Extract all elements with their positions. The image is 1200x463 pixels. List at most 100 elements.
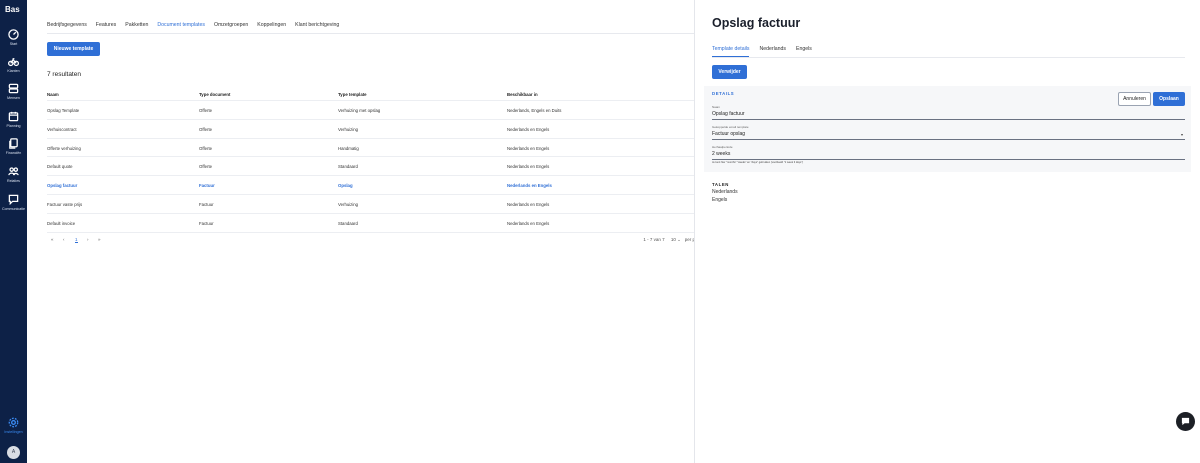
sidebar-item-label: Planning xyxy=(6,124,21,128)
avatar[interactable]: A xyxy=(7,446,20,459)
per-page-value: 10 xyxy=(670,237,676,242)
name-field[interactable]: Naam Opslag factuur xyxy=(712,105,1185,120)
cell-type-document: Factuur xyxy=(199,220,214,226)
cell-beschikbaar-in: Nederlands en Engels xyxy=(507,145,550,151)
gear-icon xyxy=(8,417,19,428)
sidebar-item-relaties[interactable]: Relaties xyxy=(0,166,27,190)
chat-launcher-button[interactable] xyxy=(1176,412,1195,431)
table-row[interactable]: Default invoice Factuur Standaard Nederl… xyxy=(47,214,706,233)
bicycle-icon xyxy=(8,58,19,67)
previous-page-button[interactable]: ‹ xyxy=(63,237,65,242)
chevron-down-icon: ⌄ xyxy=(677,237,681,242)
sidebar: Bas Start Klanten Mensen Planning Financ… xyxy=(0,0,27,463)
cell-beschikbaar-in: Nederlands en Engels xyxy=(507,201,550,207)
cell-naam: Offerte verhuizing xyxy=(47,145,81,151)
chat-icon xyxy=(1181,417,1190,426)
caret-down-icon: ▾ xyxy=(1180,132,1183,137)
results-count: 7 resultaten xyxy=(47,71,81,78)
table-row[interactable]: Factuur vaste prijs Factuur Verhuizing N… xyxy=(47,195,706,214)
table-row[interactable]: Default quote Offerte Standaard Nederlan… xyxy=(47,157,706,177)
cancel-button[interactable]: Annuleren xyxy=(1118,92,1151,106)
sidebar-item-communicatie[interactable]: Communicatie xyxy=(0,194,27,218)
repeat-period-value[interactable]: 2 weeks xyxy=(712,151,1185,159)
cell-type-template: Handmatig xyxy=(338,145,359,151)
language-item: Engels xyxy=(712,197,728,203)
sidebar-item-label: Start xyxy=(9,42,18,46)
cell-type-template: Verhuizing xyxy=(338,201,359,207)
first-page-button[interactable]: « xyxy=(51,237,54,242)
cell-beschikbaar-in: Nederlands en Engels xyxy=(507,183,552,189)
cell-naam: Verhuiscontract xyxy=(47,126,77,132)
tab-nederlands[interactable]: Nederlands xyxy=(759,46,786,57)
sidebar-item-label: Mensen xyxy=(7,96,20,100)
table-row[interactable]: Offerte verhuizing Offerte Handmatig Ned… xyxy=(47,139,706,158)
people-icon xyxy=(8,83,19,94)
app: Bas Start Klanten Mensen Planning Financ… xyxy=(0,0,1200,463)
column-header-naam[interactable]: Naam xyxy=(47,92,59,97)
new-template-button[interactable]: Nieuwe template xyxy=(47,42,100,56)
table-row[interactable]: Verhuiscontract Offerte Verhuizing Neder… xyxy=(47,120,706,139)
sidebar-item-label: Klanten xyxy=(7,69,20,73)
sidebar-item-planning[interactable]: Planning xyxy=(0,111,27,135)
name-field-label: Naam xyxy=(712,105,721,109)
email-template-value[interactable]: Factuur opslag xyxy=(712,131,1185,139)
table-header: Naam Type document Type template Beschik… xyxy=(47,88,706,101)
language-item: Nederlands xyxy=(712,189,738,195)
cell-naam: Factuur vaste prijs xyxy=(47,201,83,207)
cell-beschikbaar-in: Nederlands en Engels xyxy=(507,126,550,132)
cell-beschikbaar-in: Nederlands en Engels xyxy=(507,164,550,170)
name-field-value[interactable]: Opslag factuur xyxy=(712,111,1185,119)
calendar-icon xyxy=(8,111,19,122)
sidebar-item-label: Communicatie xyxy=(2,207,25,211)
cell-type-template: Verhuizing xyxy=(338,126,359,132)
save-button[interactable]: Opslaan xyxy=(1153,92,1185,106)
column-header-type-template[interactable]: Type template xyxy=(338,92,367,97)
page-number-current[interactable]: 1 xyxy=(75,237,78,243)
cell-naam: Opslag factuur xyxy=(47,183,78,189)
last-page-button[interactable]: » xyxy=(98,237,101,242)
repeat-period-field[interactable]: Herhaalperiode 2 weeks xyxy=(712,145,1185,160)
sidebar-item-instellingen[interactable]: Instellingen xyxy=(0,417,27,441)
details-section: DETAILS Annuleren Opslaan Naam Opslag fa… xyxy=(704,86,1191,172)
sidebar-item-financien[interactable]: Financiën xyxy=(0,138,27,162)
sidebar-item-mensen[interactable]: Mensen xyxy=(0,83,27,107)
table-row[interactable]: Opslag Template Offerte Verhuizing met o… xyxy=(47,101,706,120)
cell-naam: Opslag Template xyxy=(47,108,80,113)
sidebar-item-label: Financiën xyxy=(5,151,22,155)
page-range: 1 - 7 van 7 xyxy=(643,237,665,242)
template-detail-panel: Opslag factuur Template details Nederlan… xyxy=(695,0,1200,463)
cell-type-template: Opslag xyxy=(338,183,353,189)
tab-engels[interactable]: Engels xyxy=(796,46,812,57)
cell-type-template: Standaard xyxy=(338,220,358,226)
cell-naam: Default quote xyxy=(47,164,73,170)
cell-naam: Default invoice xyxy=(47,220,76,226)
cell-type-template: Verhuizing met opslag xyxy=(338,108,381,113)
cell-type-document: Offerte xyxy=(199,126,213,132)
tab-template-details[interactable]: Template details xyxy=(712,46,750,57)
cell-type-template: Standaard xyxy=(338,164,358,170)
email-template-label: Gekoppelde email template xyxy=(712,125,749,129)
documents-icon xyxy=(9,138,18,149)
column-header-type-document[interactable]: Type document xyxy=(199,92,230,97)
tabs-divider xyxy=(47,33,706,34)
email-template-select[interactable]: Gekoppelde email template Factuur opslag… xyxy=(712,125,1185,140)
per-page-select[interactable]: 10 ⌄ xyxy=(671,237,681,242)
delete-button[interactable]: Verwijder xyxy=(712,65,747,79)
table-row-selected[interactable]: Opslag factuur Factuur Opslag Nederlands… xyxy=(47,176,706,195)
main-content: Bedrijfsgegevens Features Pakketten Docu… xyxy=(27,0,706,463)
column-header-beschikbaar-in[interactable]: Beschikbaar in xyxy=(507,92,538,97)
pagination: « ‹ 1 › » 1 - 7 van 7 10 ⌄ per pagina xyxy=(47,236,706,246)
sidebar-item-klanten[interactable]: Klanten xyxy=(0,56,27,80)
cell-type-document: Factuur xyxy=(199,183,215,189)
next-page-button[interactable]: › xyxy=(87,237,89,242)
panel-tabs-divider xyxy=(712,57,1185,58)
cell-type-document: Offerte xyxy=(199,108,213,113)
panel-title: Opslag factuur xyxy=(712,16,801,30)
panel-tabs: Template details Nederlands Engels xyxy=(712,46,812,57)
cell-type-document: Factuur xyxy=(199,201,214,207)
repeat-period-label: Herhaalperiode xyxy=(712,145,733,149)
sidebar-item-start[interactable]: Start xyxy=(0,29,27,53)
cell-type-document: Offerte xyxy=(199,164,213,170)
repeat-period-hint: Je kunt hier "months" "weeks" en "days" … xyxy=(712,161,804,164)
relations-icon xyxy=(8,167,19,176)
